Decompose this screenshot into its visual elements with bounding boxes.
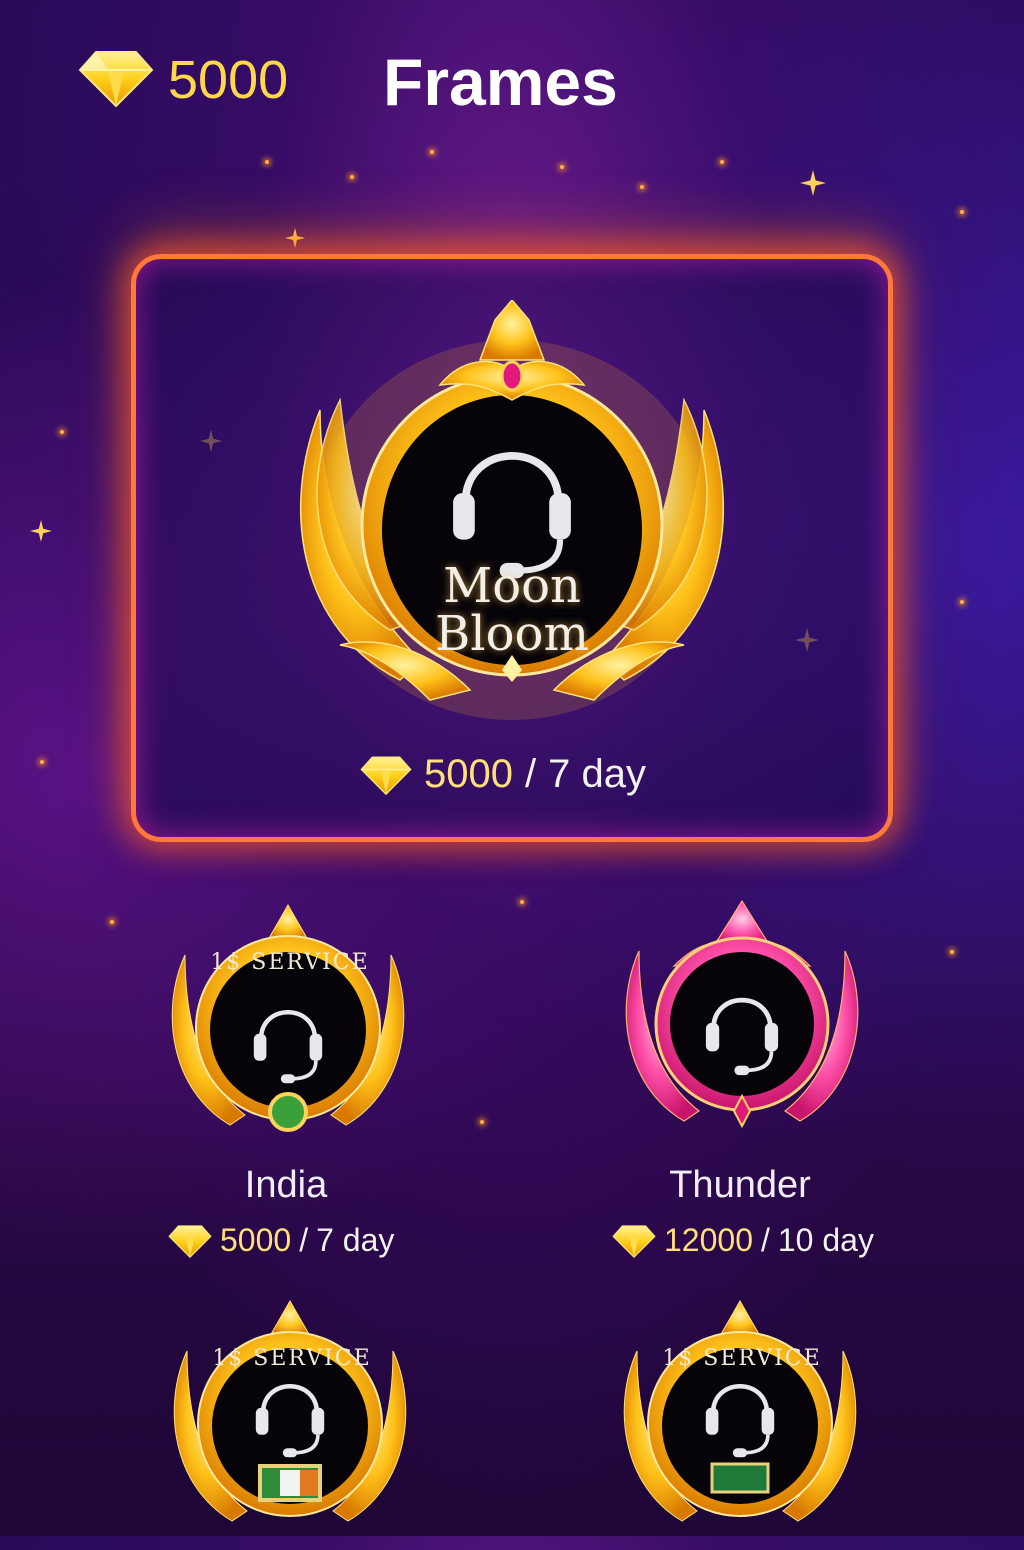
diamond-icon [360,756,412,795]
india-frame-image [171,903,405,1132]
page-title: Frames [383,45,618,119]
featured-price-duration: 7 day [548,752,646,796]
frame-3-badge: 1$ SERVICE [212,1346,372,1371]
thunder-price-value: 12000 [664,1222,753,1258]
featured-price-sep: / [524,752,537,796]
india-frame-badge: 1$ SERVICE [210,950,370,975]
thunder-name: Thunder [669,1164,811,1206]
thunder-price: 12000 / 10 day [612,1222,874,1259]
india-price-duration: 7 day [316,1222,395,1258]
thunder-price-duration: 10 day [777,1222,874,1258]
frame-item-3[interactable] [162,1296,418,1536]
thunder-price-sep: / [760,1222,770,1258]
frame-3-image [173,1299,407,1522]
diamond-icon [78,48,154,112]
india-price-sep: / [299,1222,309,1258]
frame-item-4[interactable] [612,1296,868,1536]
diamond-icon [168,1224,212,1258]
india-price-value: 5000 [220,1222,292,1258]
featured-price: 5000 / 7 day [360,752,646,797]
diamond-icon [612,1224,656,1258]
thunder-frame-image [625,899,859,1129]
featured-frame-label-line2: Bloom [435,606,589,662]
featured-frame-label-line1: Moon [443,558,581,614]
balance-amount: 5000 [168,50,289,110]
india-price: 5000 / 7 day [168,1222,394,1259]
frame-4-badge: 1$ SERVICE [662,1346,822,1371]
featured-frame-label: Moon Bloom [382,562,642,658]
frame-4-image [623,1299,857,1522]
india-name: India [244,1164,328,1206]
frame-item-thunder[interactable] [614,896,870,1146]
frame-item-india[interactable] [160,900,416,1150]
balance: 5000 [78,48,288,112]
featured-price-value: 5000 [424,752,513,796]
